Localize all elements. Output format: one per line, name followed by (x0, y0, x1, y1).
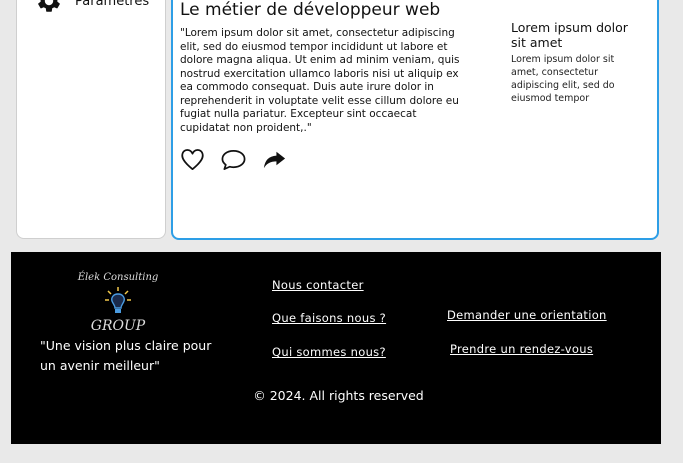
article-card: Le métier de développeur web "Lorem ipsu… (171, 0, 659, 240)
article-actions (179, 146, 288, 173)
link-appointment[interactable]: Prendre un rendez-vous (450, 342, 593, 356)
article-body: "Lorem ipsum dolor sit amet, consectetur… (180, 27, 460, 134)
logo-brand: Élek Consulting (77, 272, 159, 283)
sidebar-item-parametres[interactable]: Paramètres (35, 0, 149, 21)
footer-tagline: "Une vision plus claire pour un avenir m… (40, 338, 212, 373)
aside-title: Lorem ipsum dolor sit amet (511, 20, 628, 50)
sidebar: Paramètres (16, 0, 166, 239)
copyright: © 2024. All rights reserved (253, 388, 424, 403)
heart-icon[interactable] (179, 146, 206, 173)
sidebar-item-label: Paramètres (75, 0, 150, 9)
gear-icon (38, 0, 60, 12)
share-icon[interactable] (261, 146, 288, 173)
aside-body: Lorem ipsum dolor sit amet, consectetur … (511, 54, 615, 104)
article-title: Le métier de développeur web (180, 0, 441, 20)
link-what-we-do[interactable]: Que faisons nous ? (272, 311, 386, 325)
comment-icon[interactable] (220, 146, 247, 173)
company-logo[interactable]: Élek Consulting GROUP (68, 272, 168, 334)
logo-group: GROUP (90, 318, 146, 334)
footer: Élek Consulting GROUP "Une vision plus c… (11, 252, 661, 444)
link-who-we-are[interactable]: Qui sommes nous? (272, 345, 386, 359)
lightbulb-icon (105, 287, 131, 313)
link-orientation[interactable]: Demander une orientation (447, 308, 607, 322)
link-contact[interactable]: Nous contacter (272, 278, 364, 292)
